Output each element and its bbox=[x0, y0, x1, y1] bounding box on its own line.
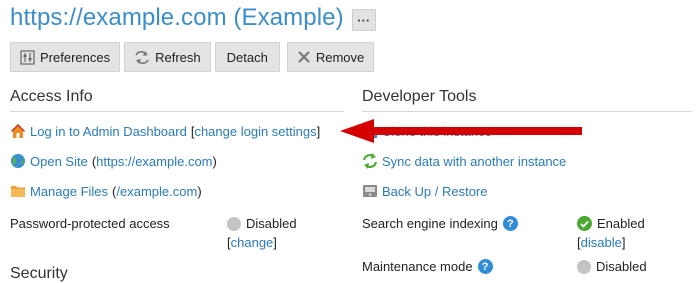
files-path-link[interactable]: /example.com bbox=[116, 184, 197, 199]
disable-bracket-close: ] bbox=[621, 235, 626, 250]
refresh-label: Refresh bbox=[155, 49, 201, 65]
more-actions-button[interactable]: ··· bbox=[351, 9, 376, 31]
sync-row: Sync data with another instance bbox=[362, 153, 566, 169]
remove-label: Remove bbox=[315, 49, 365, 65]
open-site-row: Open Site (https://example.com) bbox=[10, 153, 217, 169]
detach-button[interactable]: Detach bbox=[214, 42, 280, 72]
sync-icon bbox=[362, 153, 378, 169]
access-info-title: Access Info bbox=[10, 88, 93, 105]
backup-icon bbox=[362, 183, 378, 199]
indexing-action-row: [disable] bbox=[577, 235, 625, 250]
remove-icon bbox=[297, 50, 311, 64]
arrow-shape bbox=[340, 119, 582, 143]
manage-files-link[interactable]: Manage Files bbox=[30, 184, 108, 199]
password-status-text: Disabled bbox=[246, 216, 297, 231]
backup-row: Back Up / Restore bbox=[362, 183, 488, 199]
globe-icon bbox=[10, 153, 26, 169]
bracket-close: ] bbox=[316, 123, 321, 139]
annotation-arrow bbox=[340, 119, 582, 143]
detach-label: Detach bbox=[226, 49, 268, 65]
maintenance-status-text: Disabled bbox=[596, 259, 647, 274]
refresh-icon bbox=[134, 50, 150, 65]
site-url-link[interactable]: https://example.com bbox=[96, 154, 212, 169]
login-row: Log in to Admin Dashboard [change login … bbox=[10, 123, 320, 139]
disabled-status-icon bbox=[227, 216, 241, 231]
backup-restore-link[interactable]: Back Up / Restore bbox=[382, 184, 488, 199]
maintenance-status: Disabled bbox=[577, 259, 647, 274]
help-icon[interactable]: ? bbox=[477, 259, 493, 274]
preferences-button[interactable]: Preferences bbox=[10, 42, 121, 72]
home-icon bbox=[10, 123, 26, 139]
open-site-paren-close: ) bbox=[212, 153, 217, 169]
remove-button[interactable]: Remove bbox=[286, 42, 375, 72]
preferences-icon bbox=[20, 49, 35, 65]
maintenance-label-row: Maintenance mode ? bbox=[362, 259, 493, 274]
developer-tools-title: Developer Tools bbox=[362, 88, 477, 105]
open-site-link[interactable]: Open Site bbox=[30, 154, 88, 169]
help-icon[interactable]: ? bbox=[502, 216, 518, 231]
password-status: Disabled bbox=[227, 216, 297, 231]
change-login-settings-link[interactable]: change login settings bbox=[194, 124, 316, 139]
enabled-check-icon bbox=[577, 216, 592, 231]
developer-tools-divider bbox=[362, 111, 692, 112]
files-paren-close: ) bbox=[197, 183, 202, 199]
change-bracket-close: ] bbox=[273, 235, 277, 250]
admin-dashboard-link[interactable]: Log in to Admin Dashboard bbox=[30, 124, 187, 139]
disable-indexing-link[interactable]: disable bbox=[581, 235, 622, 250]
search-indexing-label: Search engine indexing bbox=[362, 216, 498, 231]
indexing-status-text: Enabled bbox=[597, 216, 645, 231]
preferences-label: Preferences bbox=[40, 49, 111, 65]
manage-files-row: Manage Files (/example.com) bbox=[10, 183, 202, 199]
page-title: https://example.com (Example) bbox=[10, 4, 344, 31]
sync-data-link[interactable]: Sync data with another instance bbox=[382, 154, 566, 169]
maintenance-mode-label: Maintenance mode bbox=[362, 259, 473, 274]
password-change-row: [change] bbox=[227, 235, 277, 250]
indexing-status: Enabled bbox=[577, 216, 645, 231]
folder-icon bbox=[10, 183, 26, 199]
security-title: Security bbox=[10, 265, 68, 282]
toolbar: Preferences Refresh Detach Remove bbox=[10, 42, 375, 72]
password-change-link[interactable]: change bbox=[231, 235, 274, 250]
refresh-button[interactable]: Refresh bbox=[124, 42, 211, 72]
indexing-label-row: Search engine indexing ? bbox=[362, 216, 518, 231]
access-info-divider bbox=[10, 111, 344, 112]
password-protected-label: Password-protected access bbox=[10, 216, 170, 231]
disabled-status-icon bbox=[577, 259, 591, 274]
header: https://example.com (Example) ··· bbox=[10, 2, 376, 34]
